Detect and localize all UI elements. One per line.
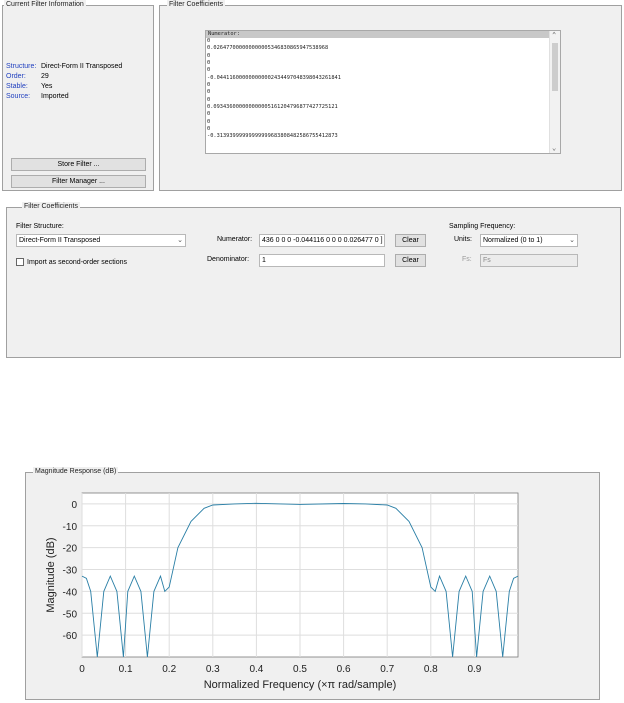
x-tick-label: 0.8: [424, 664, 438, 675]
y-tick-label: -30: [63, 566, 78, 577]
y-tick-label: 0: [71, 500, 77, 511]
magnitude-chart: 0 0.1 0.2 0.3 0.4 0.5 0.6 0.7 0.8 0.9 0 -10 -20 -30 -4…: [45, 492, 519, 691]
x-tick-label: 0.6: [337, 664, 351, 675]
y-axis-label: Magnitude (dB): [45, 537, 57, 612]
x-tick-label: 0.4: [249, 664, 263, 675]
y-tick-label: -50: [63, 609, 78, 620]
y-tick-label: -20: [63, 544, 78, 555]
y-tick-label: -10: [63, 522, 78, 533]
y-tick-label: -60: [63, 631, 78, 642]
x-tick-label: 0.5: [293, 664, 307, 675]
y-tick-label: -40: [63, 587, 78, 598]
x-tick-label: 0.7: [380, 664, 394, 675]
x-tick-label: 0.1: [119, 664, 133, 675]
x-tick-label: 0.3: [206, 664, 220, 675]
x-tick-label: 0.2: [162, 664, 176, 675]
x-axis-label: Normalized Frequency (×π rad/sample): [204, 679, 397, 691]
x-tick-label: 0.9: [467, 664, 481, 675]
x-tick-label: 0: [79, 664, 85, 675]
